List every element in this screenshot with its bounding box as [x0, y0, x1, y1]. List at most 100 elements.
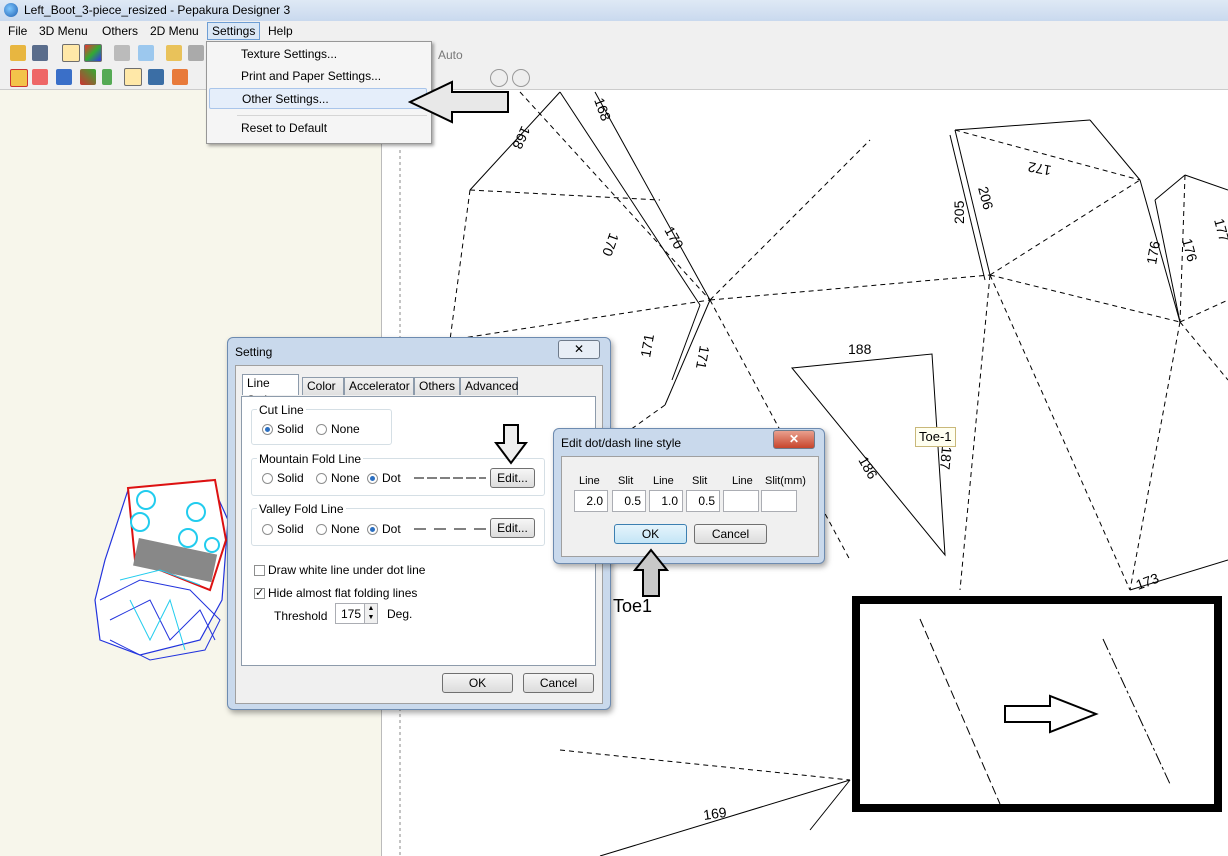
valley-preview-line: [414, 528, 486, 530]
valley-none-label: None: [331, 522, 360, 536]
edge-number: 176: [1143, 240, 1163, 266]
rotate-right-icon[interactable]: [512, 69, 530, 87]
texture-icon[interactable]: [84, 44, 102, 62]
edge-number: 169: [702, 804, 728, 823]
texture-settings-item[interactable]: Texture Settings...: [209, 44, 427, 65]
menu-file[interactable]: File: [4, 23, 31, 39]
mountain-solid-radio[interactable]: [262, 473, 273, 484]
cut-solid-label: Solid: [277, 422, 304, 436]
cancel-button[interactable]: Cancel: [523, 673, 594, 693]
cube-icon[interactable]: [114, 45, 130, 61]
valley-fold-label: Valley Fold Line: [257, 502, 346, 516]
auto-label: Auto: [438, 48, 463, 62]
lightbulb-icon[interactable]: [62, 44, 80, 62]
image-icon[interactable]: [148, 69, 164, 85]
cut-none-radio[interactable]: [316, 424, 327, 435]
threshold-spinner[interactable]: ▲ ▼: [364, 603, 378, 624]
edge-number: 177: [1211, 217, 1228, 244]
settings-dropdown: Texture Settings... Print and Paper Sett…: [206, 41, 432, 144]
line2-input[interactable]: 1.0: [649, 490, 683, 512]
menu-2d[interactable]: 2D Menu: [146, 23, 203, 39]
valley-none-radio[interactable]: [316, 524, 327, 535]
annotation-up-arrow-icon: [633, 548, 669, 597]
hide-flat-checkbox[interactable]: ✓: [254, 588, 265, 599]
draw-white-checkbox[interactable]: [254, 565, 265, 576]
mountain-solid-label: Solid: [277, 471, 304, 485]
other-settings-item[interactable]: Other Settings...: [209, 88, 427, 109]
dialog-title: Setting: [235, 345, 273, 359]
menu-bar: File 3D Menu Others 2D Menu Settings Hel…: [0, 21, 1228, 41]
menu-help[interactable]: Help: [264, 23, 297, 39]
tab-color[interactable]: Color: [302, 377, 344, 395]
mountain-dot-radio[interactable]: [367, 473, 378, 484]
save-icon[interactable]: [32, 45, 48, 61]
mountain-dot-label: Dot: [382, 471, 401, 485]
edge-number: 168: [509, 124, 533, 152]
window-title: Left_Boot_3-piece_resized - Pepakura Des…: [24, 3, 291, 17]
cylinder-icon[interactable]: [188, 45, 204, 61]
menu-settings[interactable]: Settings: [207, 22, 261, 40]
select-icon[interactable]: [10, 69, 28, 87]
arrange-icon[interactable]: [172, 69, 188, 85]
tab-others[interactable]: Others: [414, 377, 460, 395]
toolbar-top: [0, 41, 1228, 65]
valley-dot-radio[interactable]: [367, 524, 378, 535]
toe-annotation-label: Toe1: [613, 596, 653, 616]
edge-number: 170: [599, 231, 622, 259]
edge-number: 171: [637, 333, 657, 359]
cut-none-label: None: [331, 422, 360, 436]
edit-icon[interactable]: [80, 69, 96, 85]
mountain-preview-line: [414, 477, 486, 479]
edge-number: 187: [937, 446, 955, 471]
mountain-edit-button[interactable]: Edit...: [490, 468, 535, 488]
bar-icon[interactable]: [102, 69, 112, 85]
col-line-1: Line: [579, 475, 600, 487]
part-label: Toe-1: [915, 427, 956, 447]
edge-number: 172: [1027, 159, 1053, 179]
hide-flat-label: Hide almost flat folding lines: [268, 586, 418, 600]
open-icon[interactable]: [10, 45, 26, 61]
join-icon[interactable]: [32, 69, 48, 85]
reset-default-item[interactable]: Reset to Default: [209, 118, 427, 139]
edge-number: 186: [855, 454, 881, 482]
dash-close-button[interactable]: ✕: [773, 430, 815, 449]
dialog-body: Line Style Color Accelerator Others Adva…: [235, 365, 603, 704]
dash-ok-button[interactable]: OK: [614, 524, 687, 544]
menu-others[interactable]: Others: [98, 23, 142, 39]
tab-line-style[interactable]: Line Style: [242, 374, 299, 407]
col-slit-1: Slit: [618, 475, 634, 487]
pencil-icon[interactable]: [166, 45, 182, 61]
cube-blue-icon[interactable]: [138, 45, 154, 61]
dash-cancel-button[interactable]: Cancel: [694, 524, 767, 544]
valley-solid-radio[interactable]: [262, 524, 273, 535]
tab-accelerator[interactable]: Accelerator: [344, 377, 414, 395]
threshold-input[interactable]: 175: [335, 603, 365, 624]
cut-line-label: Cut Line: [257, 403, 306, 417]
ok-button[interactable]: OK: [442, 673, 513, 693]
line1-input[interactable]: 2.0: [574, 490, 608, 512]
close-button[interactable]: ✕: [558, 340, 600, 359]
title-bar: Left_Boot_3-piece_resized - Pepakura Des…: [0, 0, 1228, 21]
mountain-none-radio[interactable]: [316, 473, 327, 484]
text-icon[interactable]: [124, 68, 142, 86]
line3-input[interactable]: [723, 490, 759, 512]
tab-advanced[interactable]: Advanced: [460, 377, 518, 395]
col-slit-3: Slit(mm): [765, 475, 806, 487]
edge-number: 171: [693, 344, 713, 370]
slit1-input[interactable]: 0.5: [612, 490, 646, 512]
dash-dialog-title: Edit dot/dash line style: [561, 436, 682, 450]
menu-3d[interactable]: 3D Menu: [35, 23, 92, 39]
mountain-fold-label: Mountain Fold Line: [257, 452, 364, 466]
slit2-input[interactable]: 0.5: [686, 490, 720, 512]
cut-solid-radio[interactable]: [262, 424, 273, 435]
threshold-unit: Deg.: [387, 607, 413, 621]
dash-dialog-body: Line Slit Line Slit Line Slit(mm) 2.0 0.…: [561, 456, 819, 557]
toolbar-bottom: [0, 65, 1228, 90]
col-line-2: Line: [653, 475, 674, 487]
valley-edit-button[interactable]: Edit...: [490, 518, 535, 538]
print-paper-settings-item[interactable]: Print and Paper Settings...: [209, 66, 427, 87]
slit3-input[interactable]: [761, 490, 797, 512]
edge-number: 205: [951, 200, 967, 224]
tab-strip: Line Style Color Accelerator Others Adva…: [242, 374, 592, 407]
flap-icon[interactable]: [56, 69, 72, 85]
